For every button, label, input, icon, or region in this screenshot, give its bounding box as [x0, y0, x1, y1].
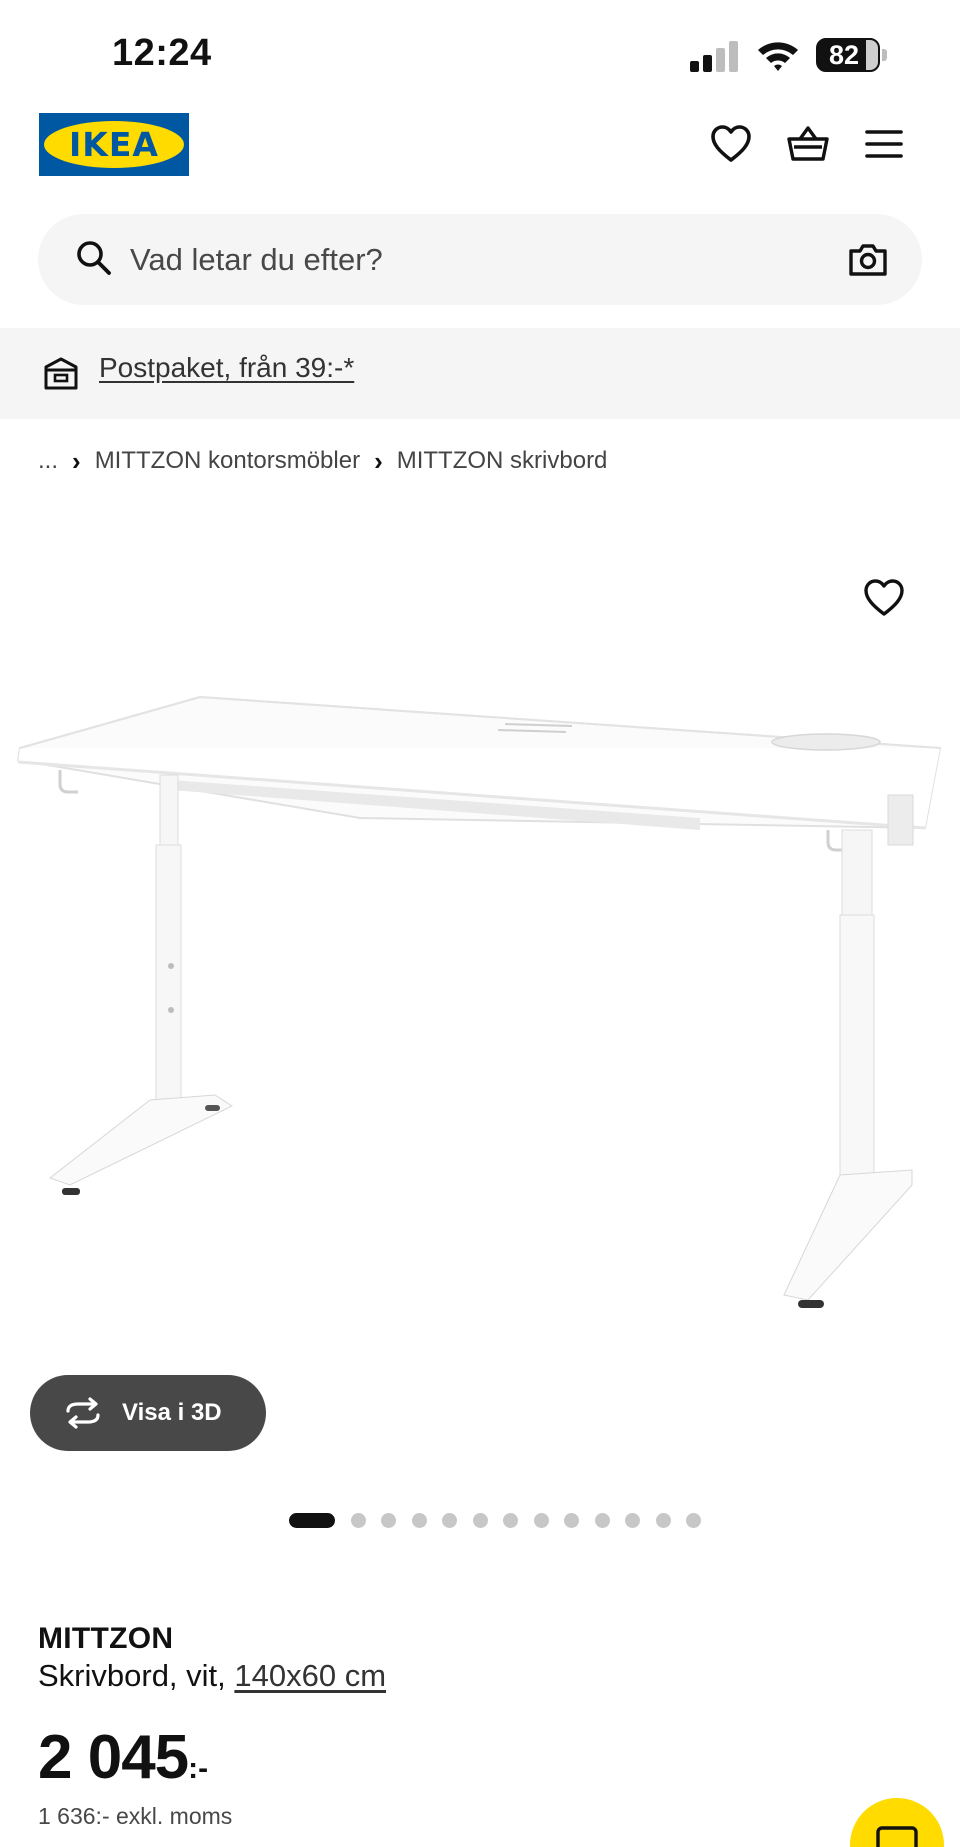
- wifi-icon: [758, 42, 798, 71]
- carousel-dot-active[interactable]: [289, 1512, 335, 1528]
- delivery-package-icon: [44, 357, 78, 390]
- product-image[interactable]: [0, 560, 960, 1350]
- carousel-dot[interactable]: [381, 1512, 396, 1528]
- carousel-dot[interactable]: [411, 1512, 427, 1528]
- carousel-dot[interactable]: [503, 1512, 518, 1528]
- battery-level: 82: [828, 40, 860, 70]
- carousel-dot[interactable]: [564, 1512, 579, 1528]
- rotate-3d-icon: [66, 1397, 100, 1429]
- heart-icon[interactable]: [709, 122, 753, 166]
- delivery-link[interactable]: Postpaket, från 39:-*: [99, 352, 354, 384]
- price-value: 2 045: [38, 1723, 189, 1792]
- breadcrumb: ... › MITTZON kontorsmöbler › MITTZON sk…: [38, 444, 607, 478]
- search-icon: [77, 241, 111, 275]
- status-time: 12:24: [112, 32, 212, 74]
- carousel-dot[interactable]: [625, 1512, 640, 1528]
- view-in-3d-button[interactable]: Visa i 3D: [30, 1375, 266, 1451]
- cellular-signal-icon: [690, 40, 742, 72]
- battery-icon: 82: [816, 38, 887, 72]
- product-description: Skrivbord, vit, 140x60 cm: [38, 1658, 386, 1694]
- product-size-link[interactable]: 140x60 cm: [234, 1658, 386, 1693]
- add-to-favourites-icon[interactable]: [862, 578, 906, 618]
- header: IKEA: [0, 110, 960, 210]
- breadcrumb-item-kontorsmobler[interactable]: MITTZON kontorsmöbler: [95, 447, 360, 475]
- breadcrumb-item-skrivbord[interactable]: MITTZON skrivbord: [397, 447, 608, 475]
- delivery-banner: Postpaket, från 39:-*: [0, 328, 960, 419]
- product-price: 2 045:-: [38, 1722, 208, 1793]
- carousel-dot[interactable]: [442, 1512, 457, 1528]
- logo-text: IKEA: [69, 125, 159, 164]
- carousel-dot[interactable]: [350, 1512, 366, 1528]
- product-description-text: Skrivbord, vit,: [38, 1658, 235, 1693]
- view-in-3d-label: Visa i 3D: [122, 1399, 222, 1426]
- price-excluding-vat: 1 636:- exkl. moms: [38, 1803, 233, 1829]
- carousel-dot[interactable]: [472, 1512, 488, 1528]
- breadcrumb-ellipsis[interactable]: ...: [38, 447, 58, 475]
- ikea-logo[interactable]: IKEA: [39, 113, 189, 176]
- search-input[interactable]: [130, 214, 810, 305]
- chevron-right-icon: ›: [374, 445, 383, 476]
- camera-icon[interactable]: [848, 240, 888, 280]
- chat-icon: [876, 1826, 918, 1847]
- chevron-right-icon: ›: [72, 445, 81, 476]
- shopping-basket-icon[interactable]: [786, 122, 830, 166]
- status-bar: 12:24 82: [0, 0, 960, 110]
- hamburger-menu-icon[interactable]: [862, 122, 906, 166]
- carousel-dot[interactable]: [655, 1512, 671, 1528]
- carousel-dot[interactable]: [533, 1512, 549, 1528]
- carousel-indicator[interactable]: [289, 1512, 717, 1528]
- search-bar[interactable]: [38, 214, 922, 305]
- price-suffix: :-: [188, 1752, 209, 1785]
- carousel-dot[interactable]: [594, 1512, 610, 1528]
- chat-button[interactable]: [850, 1798, 944, 1847]
- product-name: MITTZON: [38, 1622, 174, 1655]
- carousel-dot[interactable]: [686, 1512, 701, 1528]
